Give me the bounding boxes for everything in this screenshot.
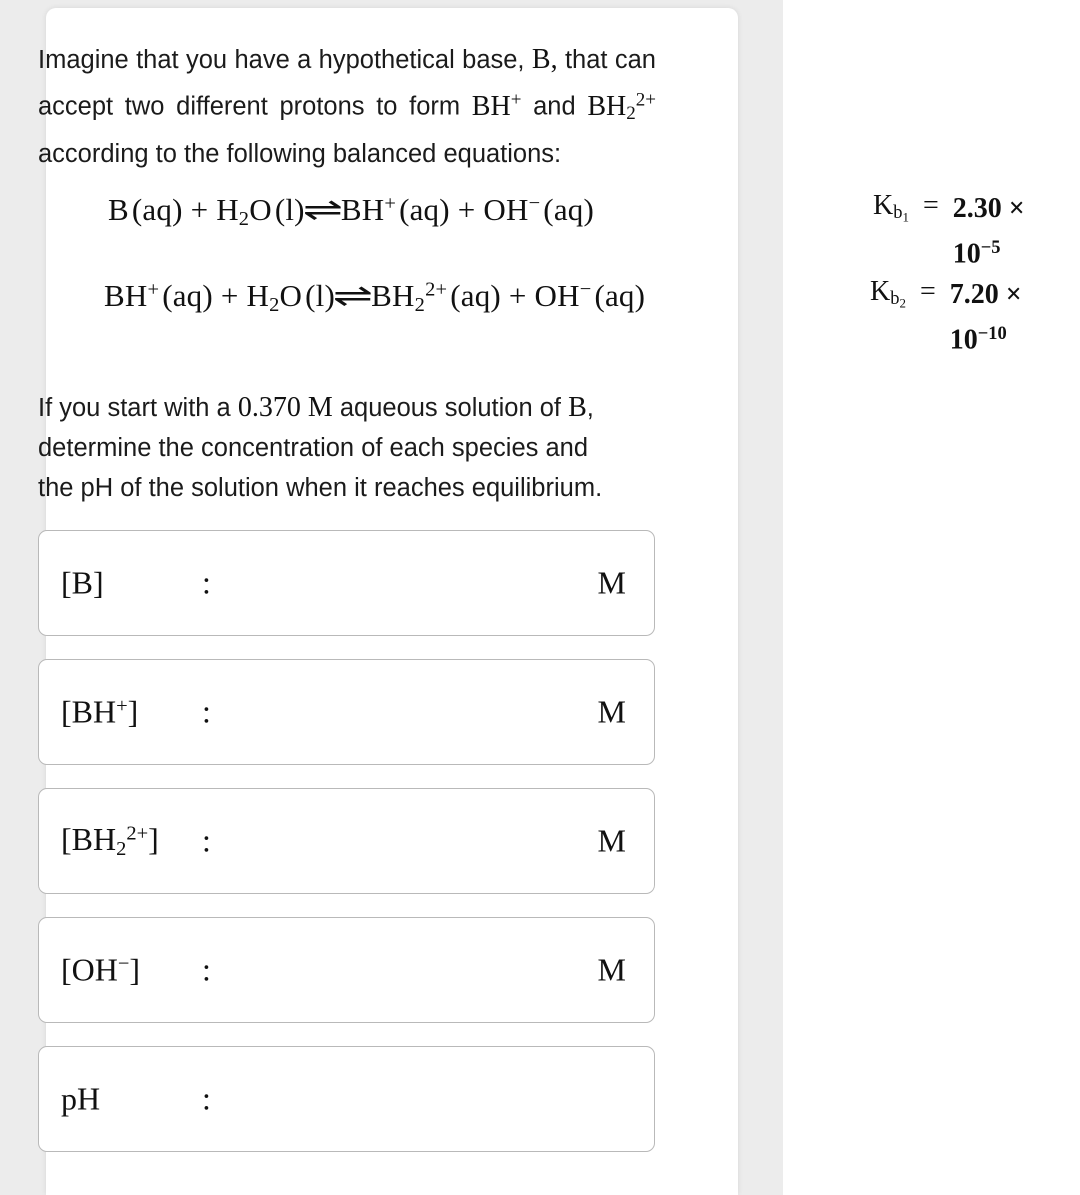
- intro-base-symbol: B,: [531, 44, 558, 75]
- answer-box-ph[interactable]: pH :: [38, 1045, 655, 1152]
- kb2-symbol: Kb2: [870, 275, 906, 311]
- equation-1-expression: B(aq) + H2O(l)⇌BH+(aq) + OH−(aq): [108, 191, 595, 230]
- intro-text-6: equations:: [443, 139, 562, 168]
- kb1-equals: =: [922, 189, 939, 221]
- answer-colon-bh2-2plus: :: [202, 822, 211, 859]
- answer-box-bh-plus[interactable]: [BH+] : M: [38, 658, 655, 765]
- question-species: B: [568, 391, 587, 423]
- equilibrium-arrow-icon: ⇌: [332, 277, 374, 313]
- equation-2-constant: Kb2 = 7.20 × 10−10: [870, 276, 1062, 360]
- intro-species-bh2-2plus: BH22+: [587, 89, 656, 124]
- kb2-value: 7.20 × 10−10: [949, 278, 1022, 356]
- question-comma: ,: [586, 393, 594, 422]
- answer-label-bh-plus: [BH+]: [61, 693, 139, 730]
- question-text-4: the pH of the solution when it reaches e…: [38, 473, 603, 502]
- kb1-symbol: Kb1: [873, 189, 909, 225]
- intro-text-5: according to the following balanced: [38, 139, 437, 168]
- answer-box-oh-minus[interactable]: [OH−] : M: [38, 916, 655, 1023]
- answer-unit-oh-minus: M: [597, 951, 626, 988]
- kb2-equals: =: [919, 275, 936, 307]
- question-concentration: 0.370 M: [237, 391, 333, 423]
- answer-input-b[interactable]: [229, 551, 603, 614]
- answer-input-bh2-2plus[interactable]: [229, 809, 603, 872]
- equation-1-constant: Kb1 = 2.30 × 10−5: [873, 190, 1065, 274]
- equation-block: B(aq) + H2O(l)⇌BH+(aq) + OH−(aq) Kb1 = 2…: [38, 190, 1038, 360]
- problem-question-text: If you start with a 0.370 M aqueous solu…: [38, 388, 653, 508]
- answer-box-bh2-2plus[interactable]: [BH22+] : M: [38, 787, 655, 894]
- intro-text-1: Imagine that you have a hypothetical bas…: [38, 46, 525, 74]
- equation-row-1: B(aq) + H2O(l)⇌BH+(aq) + OH−(aq) Kb1 = 2…: [38, 190, 1038, 270]
- intro-text-2: that: [564, 46, 608, 74]
- answer-input-oh-minus[interactable]: [229, 938, 603, 1001]
- answer-unit-bh2-2plus: M: [597, 822, 626, 859]
- answer-colon-b: :: [202, 564, 211, 601]
- intro-text-4: and: [533, 92, 576, 121]
- kb1-value: 2.30 × 10−5: [952, 192, 1025, 270]
- answer-label-bh2-2plus: [BH22+]: [61, 820, 159, 860]
- answer-unit-b: M: [597, 564, 626, 601]
- answer-unit-bh-plus: M: [597, 693, 626, 730]
- answer-label-oh-minus: [OH−]: [61, 951, 141, 988]
- problem-intro-text: Imagine that you have a hypothetical bas…: [38, 40, 656, 174]
- answer-colon-ph: :: [202, 1080, 211, 1117]
- answer-colon-bh-plus: :: [202, 693, 211, 730]
- answer-list: [B] : M [BH+] : M [BH22+] : M [OH−] : M …: [38, 529, 1038, 1152]
- problem-content: Imagine that you have a hypothetical bas…: [38, 40, 1038, 1180]
- answer-input-bh-plus[interactable]: [229, 680, 603, 743]
- answer-label-b: [B]: [61, 564, 104, 601]
- answer-label-ph: pH: [61, 1080, 101, 1117]
- equilibrium-arrow-icon: ⇌: [302, 191, 344, 227]
- answer-input-ph[interactable]: [229, 1067, 603, 1130]
- question-text-3: determine the concentration of each spec…: [38, 433, 589, 462]
- question-text-2: aqueous solution of: [339, 393, 562, 422]
- answer-colon-oh-minus: :: [202, 951, 211, 988]
- question-text-1: If you start with a: [38, 393, 231, 422]
- answer-box-b[interactable]: [B] : M: [38, 529, 655, 636]
- equation-2-expression: BH+(aq) + H2O(l)⇌BH22+(aq) + OH−(aq): [104, 277, 646, 316]
- intro-species-bh-plus: BH+: [471, 89, 522, 122]
- equation-row-2: BH+(aq) + H2O(l)⇌BH22+(aq) + OH−(aq) Kb2…: [38, 276, 1038, 356]
